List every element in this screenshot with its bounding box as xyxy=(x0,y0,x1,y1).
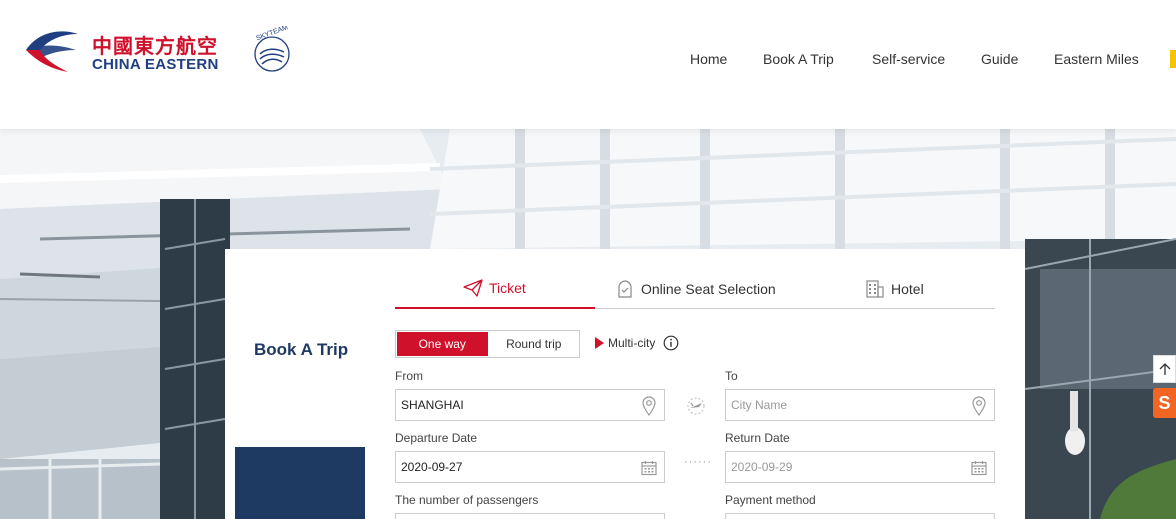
departure-date-input[interactable] xyxy=(401,460,631,474)
triangle-right-icon xyxy=(595,337,604,349)
calendar-icon xyxy=(971,461,987,476)
arrow-up-icon xyxy=(1159,363,1170,375)
nav-self-service[interactable]: Self-service xyxy=(872,51,945,67)
multi-city-link[interactable]: Multi-city xyxy=(595,335,679,351)
paper-plane-icon xyxy=(463,279,483,297)
back-to-top-button[interactable] xyxy=(1153,355,1176,383)
booking-title: Book A Trip xyxy=(254,340,349,359)
multi-city-label: Multi-city xyxy=(608,336,656,350)
round-trip-button[interactable]: Round trip xyxy=(489,331,580,357)
departure-date-label: Departure Date xyxy=(395,431,478,445)
tab-ticket[interactable]: Ticket xyxy=(463,279,526,297)
to-input[interactable] xyxy=(731,398,961,412)
active-tab-underline xyxy=(395,307,595,309)
location-pin-icon xyxy=(642,396,656,416)
nav-book-a-trip[interactable]: Book A Trip xyxy=(763,51,834,67)
booking-sidebar-accent xyxy=(235,447,365,519)
svg-text:SKYTEAM: SKYTEAM xyxy=(255,26,289,42)
main-nav: Home Book A Trip Self-service Guide East… xyxy=(0,51,1176,71)
swap-cities-icon[interactable] xyxy=(685,395,707,417)
return-date-label: Return Date xyxy=(725,431,790,445)
trip-type-toggle: One way Round trip xyxy=(395,330,580,358)
return-date-field xyxy=(725,451,995,483)
tab-online-seat-selection[interactable]: Online Seat Selection xyxy=(615,279,776,299)
nav-overflow-indicator xyxy=(1170,50,1176,68)
passengers-field[interactable] xyxy=(395,513,665,519)
seat-icon xyxy=(618,280,632,298)
to-label: To xyxy=(725,369,738,383)
from-input[interactable] xyxy=(401,398,631,412)
tab-seat-label: Online Seat Selection xyxy=(641,281,776,297)
payment-method-label: Payment method xyxy=(725,493,816,507)
booking-sidebar: Book A Trip xyxy=(225,249,365,447)
side-badge[interactable]: S xyxy=(1153,388,1176,418)
site-header: 中國東方航空 CHINA EASTERN SKYTEAM Home Book A… xyxy=(0,0,1176,129)
departure-date-field xyxy=(395,451,665,483)
location-pin-icon xyxy=(972,396,986,416)
nav-home[interactable]: Home xyxy=(690,51,727,67)
nav-guide[interactable]: Guide xyxy=(981,51,1018,67)
nav-eastern-miles[interactable]: Eastern Miles xyxy=(1054,51,1139,67)
tab-hotel-label: Hotel xyxy=(891,281,924,297)
tab-hotel[interactable]: Hotel xyxy=(865,279,924,299)
calendar-icon xyxy=(641,461,657,476)
building-icon xyxy=(866,280,884,298)
tab-ticket-label: Ticket xyxy=(489,280,526,296)
booking-tabs: Ticket Online Seat Selection Hotel xyxy=(395,273,995,309)
passengers-label: The number of passengers xyxy=(395,493,539,507)
from-label: From xyxy=(395,369,423,383)
from-field xyxy=(395,389,665,421)
date-range-separator: ······ xyxy=(684,456,712,468)
return-date-input[interactable] xyxy=(731,460,961,474)
payment-method-field[interactable] xyxy=(725,513,995,519)
one-way-button[interactable]: One way xyxy=(397,332,488,356)
booking-panel: Book A Trip Ticket Online Seat Selection… xyxy=(225,249,1025,519)
to-field xyxy=(725,389,995,421)
info-icon[interactable] xyxy=(663,335,679,351)
